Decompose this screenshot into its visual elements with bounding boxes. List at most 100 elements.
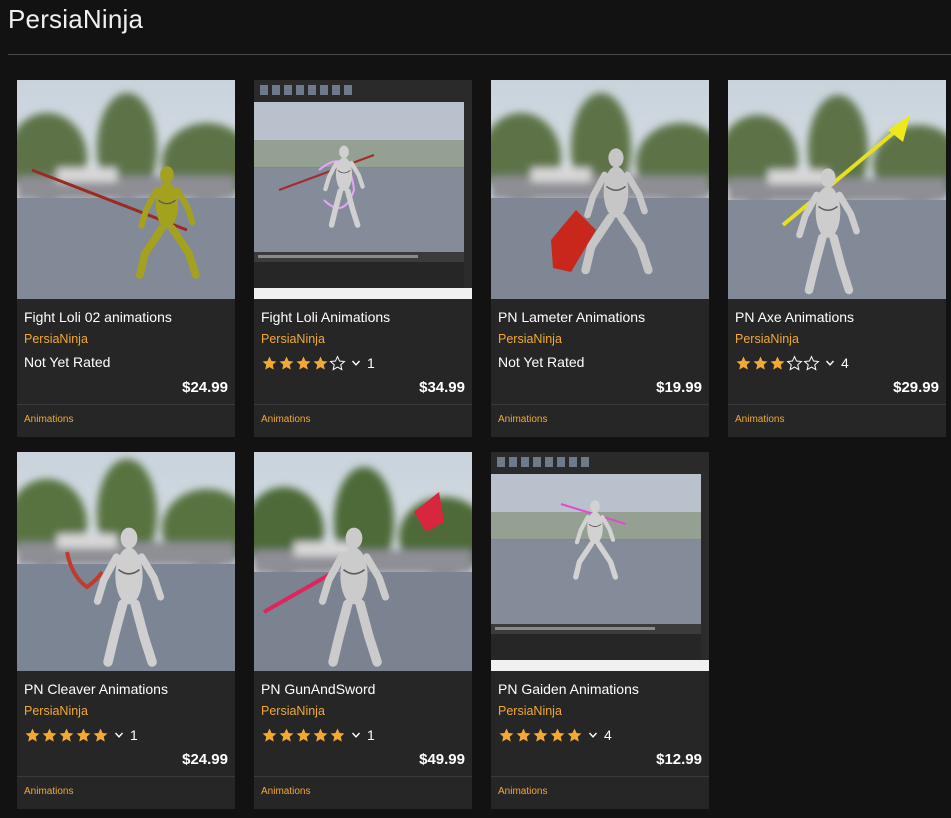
price: $12.99 <box>656 751 702 768</box>
category-link[interactable]: Animations <box>261 786 310 797</box>
product-thumbnail[interactable] <box>17 452 235 671</box>
editor-mannequin-spear-image <box>254 80 472 299</box>
category-link[interactable]: Animations <box>24 414 73 425</box>
mannequin-red-blade-image <box>491 80 709 299</box>
rating-count: 1 <box>367 355 375 371</box>
price: $24.99 <box>182 751 228 768</box>
star-filled-icon <box>769 355 786 372</box>
rating-count: 1 <box>130 727 138 743</box>
price: $24.99 <box>182 379 228 396</box>
chevron-down-icon[interactable] <box>588 730 598 740</box>
product-title[interactable]: PN Axe Animations <box>735 309 854 325</box>
star-filled-icon <box>278 355 295 372</box>
star-filled-icon <box>752 355 769 372</box>
star-filled-icon <box>295 727 312 744</box>
seller-link[interactable]: PersiaNinja <box>261 332 325 346</box>
rating-count: 1 <box>367 727 375 743</box>
price: $34.99 <box>419 379 465 396</box>
product-thumbnail[interactable] <box>728 80 946 299</box>
category-link[interactable]: Animations <box>498 414 547 425</box>
product-card[interactable]: Fight Loli Animations PersiaNinja 1 $34.9… <box>254 80 472 437</box>
product-thumbnail[interactable] <box>491 452 709 671</box>
page-title: PersiaNinja <box>8 4 144 34</box>
star-empty-icon <box>329 354 346 372</box>
product-card[interactable]: PN Gaiden Animations PersiaNinja 4 $12.99… <box>491 452 709 809</box>
product-title[interactable]: PN Cleaver Animations <box>24 681 168 697</box>
chevron-down-icon[interactable] <box>114 730 124 740</box>
chevron-down-icon[interactable] <box>351 730 361 740</box>
product-card[interactable]: PN GunAndSword PersiaNinja 1 $49.99 Animat… <box>254 452 472 809</box>
star-filled-icon <box>312 727 329 744</box>
title-divider <box>8 54 951 55</box>
card-divider <box>254 404 472 405</box>
product-thumbnail[interactable] <box>254 452 472 671</box>
star-filled-icon <box>515 727 532 744</box>
editor-mannequin-pink-blade-image <box>491 452 709 671</box>
product-title[interactable]: Fight Loli 02 animations <box>24 309 172 325</box>
seller-link[interactable]: PersiaNinja <box>24 704 88 718</box>
product-card[interactable]: PN Lameter Animations PersiaNinja Not Yet … <box>491 80 709 437</box>
rating-status: Not Yet Rated <box>24 354 111 370</box>
rating-count: 4 <box>604 727 612 743</box>
rating: 1 <box>24 725 138 745</box>
mannequin-cleaver-image <box>17 452 235 671</box>
star-filled-icon <box>41 727 58 744</box>
star-rating <box>261 354 346 372</box>
product-title[interactable]: Fight Loli Animations <box>261 309 390 325</box>
star-filled-icon <box>295 355 312 372</box>
star-filled-icon <box>735 355 752 372</box>
rating-count: 4 <box>841 355 849 371</box>
seller-link[interactable]: PersiaNinja <box>498 332 562 346</box>
product-card[interactable]: Fight Loli 02 animations PersiaNinja Not Y… <box>17 80 235 437</box>
card-divider <box>728 404 946 405</box>
star-filled-icon <box>532 727 549 744</box>
product-thumbnail[interactable] <box>254 80 472 299</box>
star-rating <box>498 727 583 744</box>
star-rating <box>24 727 109 744</box>
seller-link[interactable]: PersiaNinja <box>261 704 325 718</box>
seller-link[interactable]: PersiaNinja <box>498 704 562 718</box>
star-filled-icon <box>92 727 109 744</box>
card-divider <box>491 404 709 405</box>
card-divider <box>17 776 235 777</box>
star-filled-icon <box>75 727 92 744</box>
star-filled-icon <box>549 727 566 744</box>
mannequin-yellow-axe-image <box>728 80 946 299</box>
product-title[interactable]: PN Gaiden Animations <box>498 681 639 697</box>
product-thumbnail[interactable] <box>17 80 235 299</box>
rating: 1 <box>261 725 375 745</box>
card-divider <box>254 776 472 777</box>
rating: 4 <box>498 725 612 745</box>
rating-status: Not Yet Rated <box>498 354 585 370</box>
star-rating <box>261 727 346 744</box>
seller-link[interactable]: PersiaNinja <box>24 332 88 346</box>
star-filled-icon <box>329 727 346 744</box>
chevron-down-icon[interactable] <box>351 358 361 368</box>
product-title[interactable]: PN GunAndSword <box>261 681 375 697</box>
category-link[interactable]: Animations <box>261 414 310 425</box>
star-empty-icon <box>803 354 820 372</box>
star-filled-icon <box>261 727 278 744</box>
star-filled-icon <box>58 727 75 744</box>
product-thumbnail[interactable] <box>491 80 709 299</box>
rating: 4 <box>735 353 849 373</box>
star-filled-icon <box>24 727 41 744</box>
category-link[interactable]: Animations <box>24 786 73 797</box>
mannequin-gun-sword-image <box>254 452 472 671</box>
star-filled-icon <box>498 727 515 744</box>
category-link[interactable]: Animations <box>498 786 547 797</box>
price: $49.99 <box>419 751 465 768</box>
star-filled-icon <box>261 355 278 372</box>
star-empty-icon <box>786 354 803 372</box>
product-title[interactable]: PN Lameter Animations <box>498 309 645 325</box>
category-link[interactable]: Animations <box>735 414 784 425</box>
price: $19.99 <box>656 379 702 396</box>
rating: 1 <box>261 353 375 373</box>
card-divider <box>491 776 709 777</box>
seller-link[interactable]: PersiaNinja <box>735 332 799 346</box>
chevron-down-icon[interactable] <box>825 358 835 368</box>
product-card[interactable]: PN Cleaver Animations PersiaNinja 1 $24.9… <box>17 452 235 809</box>
product-card[interactable]: PN Axe Animations PersiaNinja 4 $29.99 Ani… <box>728 80 946 437</box>
star-rating <box>735 354 820 372</box>
yellow-mannequin-crouch-spear-image <box>17 80 235 299</box>
